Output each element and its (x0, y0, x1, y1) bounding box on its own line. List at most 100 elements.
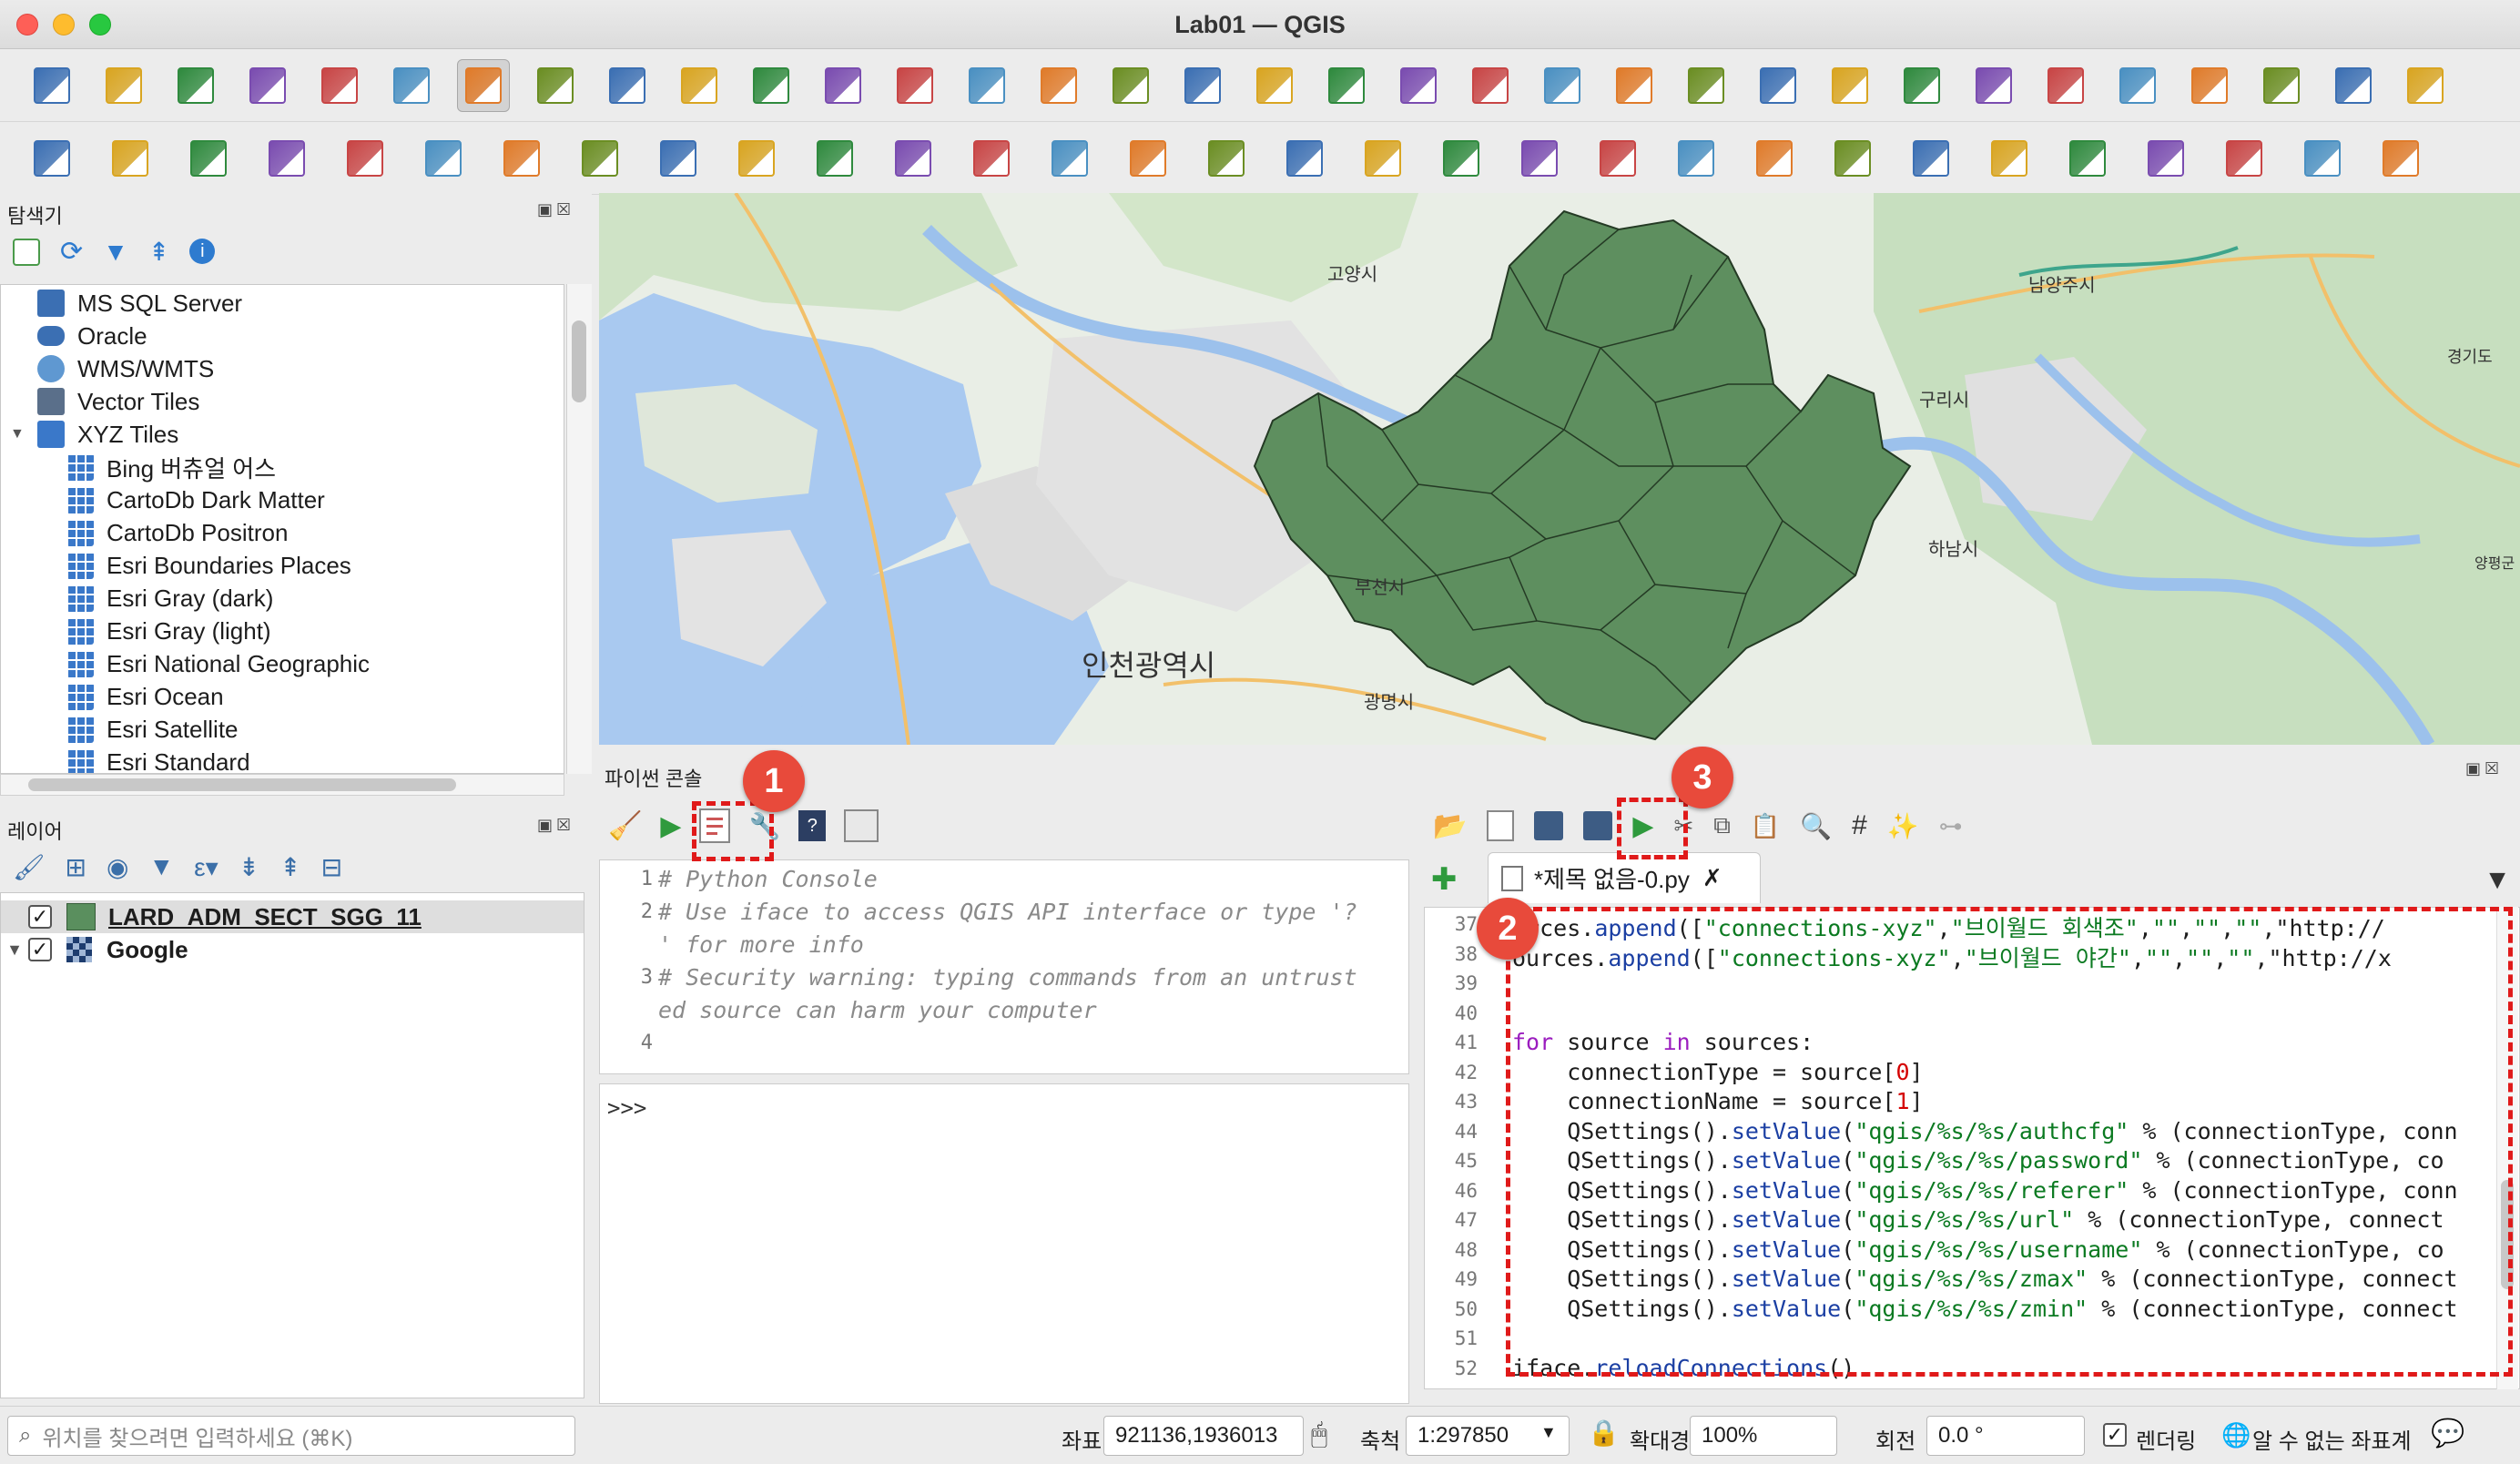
cut-button[interactable] (1200, 132, 1253, 185)
coordinate-field[interactable]: 921136,1936013 (1103, 1416, 1304, 1456)
help-icon[interactable]: ? (798, 810, 827, 841)
save-as-button[interactable] (241, 59, 294, 112)
digitize-button[interactable] (574, 132, 626, 185)
expand-arrow-icon[interactable]: ▼ (10, 426, 25, 442)
browser-scrollbar[interactable] (566, 284, 592, 774)
browser-item[interactable]: MS SQL Server (37, 287, 242, 320)
panel-float-close-buttons[interactable]: ▣☒ (2465, 759, 2503, 778)
delete-selected-button[interactable] (1122, 132, 1174, 185)
panel-float-close-buttons[interactable]: ▣☒ (537, 816, 574, 835)
browser-hscrollbar[interactable] (0, 774, 564, 796)
open-script-icon[interactable]: 📂 (1433, 810, 1467, 842)
style-paint-icon[interactable]: 🖌 (13, 852, 46, 882)
expression-filter-icon[interactable]: ε▾ (194, 852, 218, 882)
add-mesh-button[interactable] (495, 132, 548, 185)
print-layout-button[interactable] (313, 59, 366, 112)
map-canvas[interactable]: 고양시 남양주시 구리시 하남시 부천시 인천광역시 광명시 경기도 양평군 (599, 193, 2520, 745)
expand-arrow-icon[interactable]: ▼ (1, 940, 28, 960)
label-abc-button[interactable] (1591, 132, 1644, 185)
annotation-button[interactable] (1824, 59, 1876, 112)
messages-icon[interactable]: 💬 (2431, 1418, 2464, 1449)
filter-icon[interactable]: ▼ (103, 239, 128, 266)
label-rotate-button[interactable] (1983, 132, 2036, 185)
zoom-to-selection-button[interactable] (817, 59, 869, 112)
add-group-icon[interactable]: ⊞ (66, 852, 86, 882)
python-button[interactable] (2218, 132, 2271, 185)
add-selected-icon[interactable] (13, 239, 40, 266)
layer-row[interactable]: ✓ LARD_ADM_SECT_SGG_11 (1, 900, 584, 933)
save-as-script-icon[interactable] (1583, 811, 1613, 840)
object-inspector-icon[interactable]: ⊶ (1939, 812, 1963, 840)
save-edits-button[interactable] (730, 132, 783, 185)
console-input[interactable]: >>> (599, 1083, 1409, 1404)
browser-item[interactable]: Esri Gray (light) (66, 615, 271, 647)
browser-item[interactable]: Oracle (37, 320, 147, 352)
new-map-view-button[interactable] (1176, 59, 1229, 112)
rotation-field[interactable]: 0.0 ° (1926, 1416, 2085, 1456)
refresh-icon[interactable]: ⟳ (60, 239, 83, 266)
zoom-last-button[interactable] (1032, 59, 1085, 112)
browser-item[interactable]: Vector Tiles (37, 385, 199, 418)
zoom-next-button[interactable] (1104, 59, 1157, 112)
crs-globe-icon[interactable]: 🌐 (2221, 1421, 2251, 1449)
zoom-to-layer-button[interactable] (889, 59, 941, 112)
collapse-all-icon[interactable]: ⇞ (279, 852, 300, 882)
remove-layer-icon[interactable]: ⊟ (321, 852, 342, 882)
panel-float-close-buttons[interactable]: ▣☒ (537, 200, 574, 219)
select-features-button[interactable] (1608, 59, 1661, 112)
magnifier-field[interactable]: 100% (1690, 1416, 1837, 1456)
collapse-all-icon[interactable]: ⇞ (148, 239, 169, 266)
measure-button[interactable] (2255, 59, 2308, 112)
open-project-button[interactable] (97, 59, 150, 112)
bookmark-new-button[interactable] (1320, 59, 1373, 112)
browser-item[interactable]: ▼ XYZ Tiles (10, 418, 178, 451)
zoom-out-button[interactable] (673, 59, 726, 112)
paste-button[interactable] (1357, 132, 1409, 185)
processing-toolbox-button[interactable] (2039, 59, 2092, 112)
zoom-in-button[interactable] (601, 59, 654, 112)
label-change-button[interactable] (2061, 132, 2114, 185)
scale-dropdown-icon[interactable]: ▼ (1540, 1423, 1557, 1442)
new-temp-layer-button[interactable] (260, 132, 313, 185)
paste-icon[interactable]: 📋 (1751, 812, 1780, 840)
close-tab-icon[interactable]: ✗ (1702, 864, 1722, 892)
run-command-icon[interactable]: ▶ (660, 810, 681, 842)
help-button[interactable] (2374, 132, 2427, 185)
label-show-button[interactable] (1826, 132, 1879, 185)
visibility-eye-icon[interactable]: ◉ (107, 852, 128, 882)
browser-item[interactable]: Esri Boundaries Places (66, 549, 351, 582)
open-attribute-table-button[interactable] (2183, 59, 2236, 112)
locator-search-input[interactable]: ⌕ 위치를 찾으려면 입력하세요 (⌘K) (7, 1416, 575, 1456)
copy-button[interactable] (1278, 132, 1331, 185)
move-feature-button[interactable] (887, 132, 940, 185)
diagram-button[interactable] (1670, 132, 1722, 185)
new-tab-icon[interactable]: ✚ (1431, 861, 1458, 898)
clear-console-icon[interactable]: 🧹 (608, 810, 642, 842)
plugins-gear-button[interactable] (2399, 59, 2452, 112)
statistics-sum-button[interactable] (2111, 59, 2164, 112)
browser-item[interactable]: CartoDb Dark Matter (66, 483, 325, 516)
add-feature-button[interactable] (808, 132, 861, 185)
render-checkbox[interactable]: ✓ (2103, 1423, 2127, 1447)
tab-list-chevron-icon[interactable]: ▼ (2484, 865, 2511, 896)
save-script-icon[interactable] (1534, 811, 1564, 840)
refresh-button[interactable] (1536, 59, 1589, 112)
script-tab[interactable]: *제목 없음-0.py ✗ (1488, 852, 1761, 903)
vertex-tool-button[interactable] (965, 132, 1018, 185)
data-source-manager-button[interactable] (25, 132, 78, 185)
deselect-button[interactable] (1752, 59, 1804, 112)
info-icon[interactable]: i (189, 239, 216, 264)
format-code-icon[interactable]: ✨ (1887, 811, 1919, 841)
browser-item[interactable]: Esri Satellite (66, 713, 239, 746)
layer-row[interactable]: ▼ ✓ Google (1, 933, 584, 966)
add-raster-button[interactable] (417, 132, 470, 185)
temporal-controller-button[interactable] (1464, 59, 1517, 112)
label-move-button[interactable] (1905, 132, 1957, 185)
pan-to-selection-button[interactable] (529, 59, 582, 112)
filter-legend-icon[interactable]: ▼ (148, 852, 174, 882)
new-project-button[interactable] (25, 59, 78, 112)
svg-button[interactable] (2296, 132, 2349, 185)
redo-button[interactable] (1513, 132, 1566, 185)
layer-visibility-checkbox[interactable]: ✓ (28, 938, 52, 961)
new-geopackage-button[interactable] (104, 132, 157, 185)
